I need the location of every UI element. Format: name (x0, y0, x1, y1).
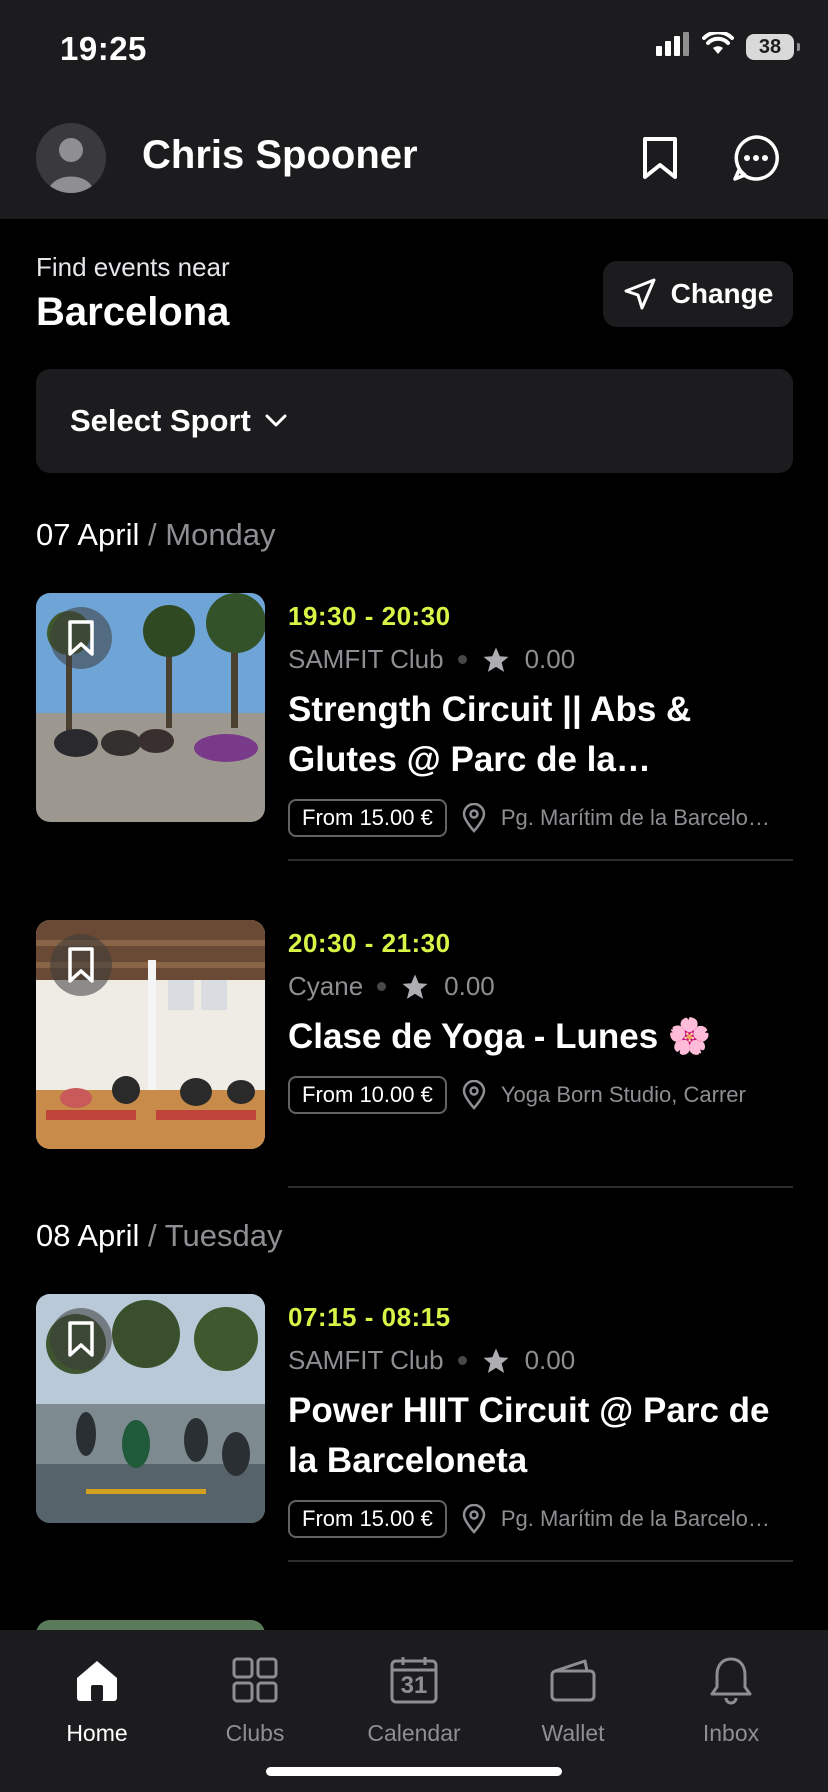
person-icon (48, 138, 94, 193)
event-location: Yoga Born Studio, Carrer (500, 1082, 746, 1107)
tab-label: Calendar (367, 1720, 461, 1746)
tab-label: Wallet (541, 1720, 605, 1746)
messages-button[interactable] (728, 130, 784, 186)
city-name: Barcelona (36, 290, 230, 334)
event-image (36, 1294, 265, 1523)
chat-bubble-icon (733, 135, 779, 181)
tab-home[interactable]: Home (27, 1650, 167, 1747)
navigation-arrow-icon (624, 278, 656, 310)
cellular-signal-icon (656, 32, 690, 61)
user-name: Chris Spooner (142, 133, 418, 177)
grid-icon (185, 1650, 325, 1710)
bookmark-icon (68, 1321, 94, 1357)
separator-dot (457, 655, 467, 664)
app-header: Chris Spooner (0, 100, 828, 219)
tab-label: Inbox (702, 1720, 760, 1746)
weekday-label: / Monday (148, 517, 276, 552)
wifi-icon (702, 30, 734, 61)
rating-value: 0.00 (444, 971, 495, 1001)
bookmark-icon (643, 137, 677, 179)
rating-value: 0.00 (524, 1345, 576, 1375)
bookmark-toggle[interactable] (50, 934, 112, 996)
event-club-row: SAMFIT Club 0.00 (288, 644, 793, 675)
calendar-day-number: 31 (400, 1672, 428, 1699)
location-pin-icon (462, 803, 486, 833)
divider (288, 859, 793, 861)
location-pin-icon (462, 1504, 486, 1534)
event-image (36, 920, 265, 1149)
separator-dot (457, 1356, 467, 1365)
bookmark-icon (68, 620, 94, 656)
battery-indicator: 38 (746, 33, 800, 60)
star-icon (402, 974, 428, 999)
tab-calendar[interactable]: 31 Calendar (344, 1650, 484, 1747)
change-label: Change (670, 278, 774, 309)
event-meta-row: From 15.00 € Pg. Marítim de la Barcelone… (288, 799, 793, 837)
date-header: 07 April / Monday (36, 517, 276, 553)
event-info: 20:30 - 21:30 Cyane 0.00 Clase de Yoga -… (288, 920, 793, 1114)
price-badge: From 15.00 € (288, 1500, 447, 1538)
price-badge: From 10.00 € (288, 1076, 447, 1114)
saved-bookmark-button[interactable] (632, 130, 688, 186)
tab-clubs[interactable]: Clubs (185, 1650, 325, 1747)
tab-label: Home (66, 1720, 128, 1746)
chevron-down-icon (265, 414, 287, 427)
find-events-label: Find events near (36, 252, 230, 282)
event-info: 19:30 - 20:30 SAMFIT Club 0.00 Strength … (288, 593, 793, 837)
event-location: Pg. Marítim de la Barceloneta (500, 1506, 771, 1531)
club-name: SAMFIT Club (288, 1345, 444, 1375)
event-time: 07:15 - 08:15 (288, 1302, 451, 1332)
event-meta-row: From 15.00 € Pg. Marítim de la Barcelone… (288, 1500, 793, 1538)
wallet-icon (503, 1650, 643, 1710)
event-title: Clase de Yoga - Lunes 🌸 (288, 1017, 712, 1056)
price-badge: From 15.00 € (288, 799, 447, 837)
star-icon (483, 1348, 509, 1373)
event-image (36, 593, 265, 822)
event-club-row: SAMFIT Club 0.00 (288, 1345, 793, 1376)
separator-dot (377, 982, 387, 991)
calendar-icon: 31 (344, 1650, 484, 1710)
weekday-label: / Tuesday (148, 1218, 283, 1253)
date-header: 08 April / Tuesday (36, 1218, 282, 1254)
bookmark-icon (68, 947, 94, 983)
home-icon (27, 1650, 167, 1710)
date-label: 08 April (36, 1218, 140, 1253)
tab-inbox[interactable]: Inbox (661, 1650, 801, 1747)
event-title: Power HIIT Circuit @ Parc de la Barcelon… (288, 1391, 770, 1480)
sport-select-dropdown[interactable]: Select Sport (36, 369, 793, 473)
tab-label: Clubs (225, 1720, 285, 1746)
divider (288, 1186, 793, 1188)
event-club-row: Cyane 0.00 (288, 971, 793, 1002)
event-time: 19:30 - 20:30 (288, 601, 451, 631)
event-time: 20:30 - 21:30 (288, 928, 451, 958)
star-icon (483, 647, 509, 672)
home-indicator (266, 1767, 562, 1776)
club-name: Cyane (288, 971, 364, 1001)
club-name: SAMFIT Club (288, 644, 444, 674)
avatar[interactable] (36, 123, 106, 193)
event-info: 07:15 - 08:15 SAMFIT Club 0.00 Power HII… (288, 1294, 793, 1538)
rating-value: 0.00 (524, 644, 576, 674)
event-meta-row: From 10.00 € Yoga Born Studio, Carrer (288, 1076, 793, 1114)
status-bar: 19:25 38 (0, 0, 828, 100)
status-time: 19:25 (60, 30, 147, 67)
bookmark-toggle[interactable] (50, 607, 112, 669)
event-location: Pg. Marítim de la Barceloneta (500, 805, 771, 830)
status-icons: 38 (656, 30, 800, 61)
sport-select-label: Select Sport (70, 403, 251, 438)
date-label: 07 April (36, 517, 140, 552)
tab-wallet[interactable]: Wallet (503, 1650, 643, 1747)
bell-icon (661, 1650, 801, 1710)
change-location-button[interactable]: Change (603, 261, 793, 327)
event-title: Strength Circuit || Abs & Glutes @ Parc … (288, 690, 692, 779)
location-pin-icon (462, 1080, 486, 1110)
divider (288, 1560, 793, 1562)
bookmark-toggle[interactable] (50, 1308, 112, 1370)
